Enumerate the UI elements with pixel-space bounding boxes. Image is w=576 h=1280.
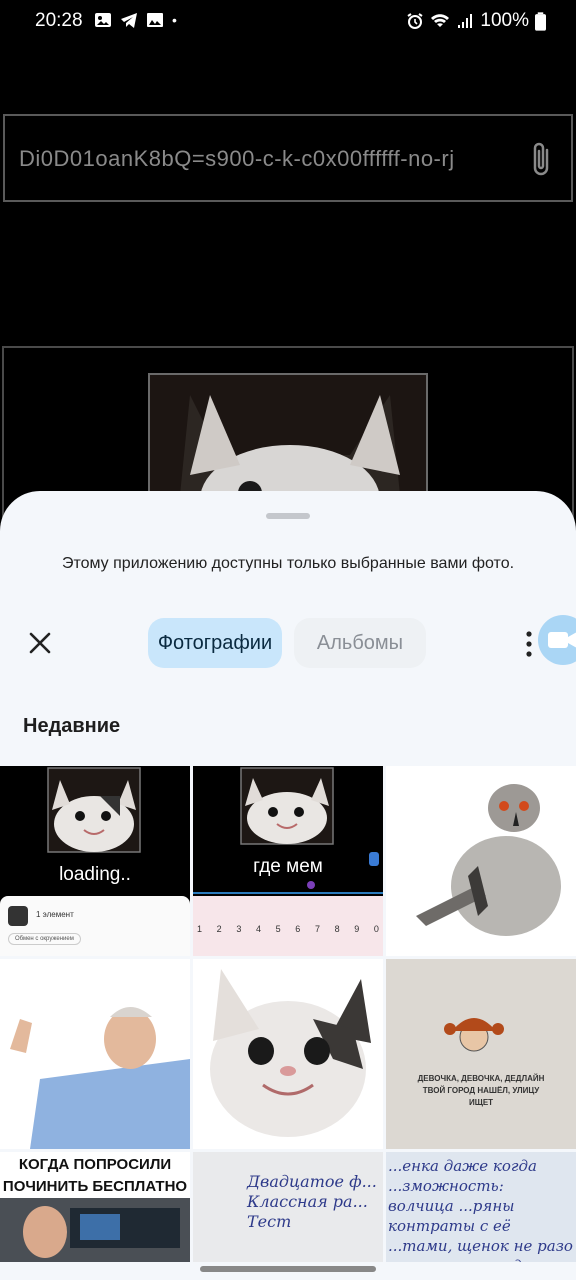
permission-notice: Этому приложению доступны только выбранн… — [61, 555, 515, 572]
thumbnail-caption: loading.. — [59, 864, 131, 885]
telegram-icon — [121, 13, 137, 28]
status-bar: 20:28 • 100% — [0, 0, 576, 42]
keyboard-key: 0 — [373, 924, 379, 934]
photo-picker-sheet: Этому приложению доступны только выбранн… — [0, 491, 576, 1280]
keyboard-key: 2 — [216, 924, 222, 934]
photo-thumbnail-7[interactable]: КОГДА ПОПРОСИЛИ ПОЧИНИТЬ БЕСПЛАТНО — [0, 1152, 190, 1262]
drawing-image — [444, 1018, 504, 1052]
share-chip: Обмен с окружением — [8, 933, 81, 945]
video-camera-icon — [548, 632, 576, 648]
handwritten-note-text: ...енка даже когда ...зможность: волчица… — [388, 1157, 573, 1262]
system-icons: 100% — [406, 10, 546, 32]
photo-thumbnail-6[interactable]: ДЕВОЧКА, ДЕВОЧКА, ДЕДЛАЙН ТВОЙ ГОРОД НАШ… — [386, 959, 576, 1149]
cat-meme-image — [210, 969, 371, 1137]
sheet-drag-handle[interactable] — [266, 513, 310, 519]
keyboard-key: 1 — [197, 924, 203, 934]
tab-albums[interactable]: Альбомы — [294, 618, 426, 668]
harold-meme-image — [10, 1007, 190, 1149]
meme-text-line-2: ПОЧИНИТЬ БЕСПЛАТНО — [2, 1178, 188, 1195]
signal-icon — [458, 14, 473, 28]
video-camera-button[interactable] — [538, 615, 576, 665]
man-at-computer-image — [0, 1198, 190, 1262]
photo-thumbnail-9[interactable]: ...енка даже когда ...зможность: волчица… — [386, 1152, 576, 1262]
keyboard-number-row: 1 2 3 4 5 6 7 8 9 0 — [197, 924, 379, 934]
handwritten-note-text: Двадцатое ф... Классная ра... Тест — [247, 1172, 377, 1231]
status-time: 20:28 — [35, 10, 83, 31]
keyboard-key: 3 — [236, 924, 242, 934]
meme-text-line-1: КОГДА ПОПРОСИЛИ — [18, 1156, 172, 1173]
keyboard-key: 4 — [255, 924, 261, 934]
battery-percent: 100% — [480, 10, 529, 31]
notification-icons: • — [94, 11, 177, 29]
keyboard-key: 7 — [314, 924, 320, 934]
embedded-share-panel: 1 элемент Обмен с окружением — [0, 896, 190, 956]
gallery-icon — [95, 13, 111, 27]
tab-photos[interactable]: Фотографии — [148, 618, 282, 668]
share-app-icon — [8, 906, 28, 926]
status-dot: • — [172, 12, 177, 28]
photo-thumbnail-2[interactable]: где мем 1 2 3 4 5 6 7 8 9 0 — [193, 766, 383, 956]
keyboard-key: 9 — [354, 924, 360, 934]
keyboard-key: 6 — [295, 924, 301, 934]
keyboard-key: 8 — [334, 924, 340, 934]
drawing-caption: ДЕВОЧКА, ДЕВОЧКА, ДЕДЛАЙН ТВОЙ ГОРОД НАШ… — [417, 1074, 545, 1107]
alarm-icon — [407, 13, 423, 29]
thumbnail-caption: где мем — [253, 856, 323, 877]
photo-thumbnail-8[interactable]: Двадцатое ф... Классная ра... Тест — [193, 1152, 383, 1262]
url-input[interactable]: Di0D01oanK8bQ=s900-c-k-c0x00ffffff-no-rj — [3, 114, 573, 202]
photo-thumbnail-3[interactable] — [386, 766, 576, 956]
url-input-value: Di0D01oanK8bQ=s900-c-k-c0x00ffffff-no-rj — [19, 146, 455, 171]
more-options-icon[interactable] — [524, 629, 534, 659]
keyboard-key: 5 — [275, 924, 281, 934]
photo-thumbnail-5[interactable] — [193, 959, 383, 1149]
battery-icon — [535, 11, 546, 31]
paperclip-icon[interactable] — [529, 140, 557, 180]
photo-edit-icon — [147, 13, 163, 27]
navigation-bar[interactable] — [200, 1266, 376, 1272]
share-item-count: 1 элемент — [36, 910, 74, 919]
section-title-recent: Недавние — [23, 715, 121, 737]
lemur-image — [416, 784, 561, 936]
photo-thumbnail-1[interactable]: loading.. 1 элемент Обмен с окружением — [0, 766, 190, 956]
embedded-keyboard: 1 2 3 4 5 6 7 8 9 0 — [193, 896, 383, 956]
wifi-icon — [431, 14, 450, 27]
photo-thumbnail-4[interactable] — [0, 959, 190, 1149]
close-icon[interactable] — [24, 627, 56, 659]
